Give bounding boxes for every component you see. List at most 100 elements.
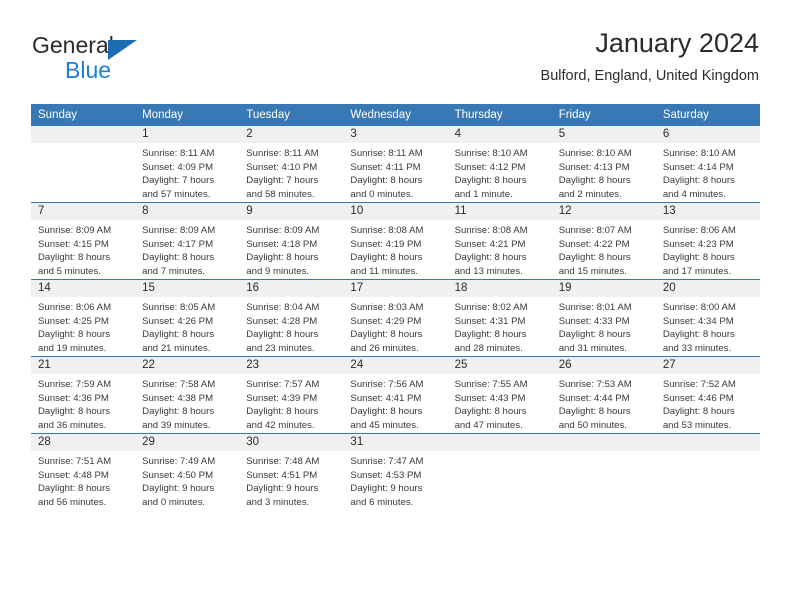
day-details: Sunrise: 8:01 AM Sunset: 4:33 PM Dayligh… (552, 297, 656, 355)
logo-text-blue: Blue (65, 57, 112, 83)
sunset-text: Sunset: 4:29 PM (350, 315, 422, 327)
calendar-day-cell[interactable]: 8 Sunrise: 8:09 AM Sunset: 4:17 PM Dayli… (135, 202, 240, 280)
calendar-day-cell[interactable]: 22 Sunrise: 7:58 AM Sunset: 4:38 PM Dayl… (135, 356, 240, 434)
calendar-day-cell[interactable]: 28 Sunrise: 7:51 AM Sunset: 4:48 PM Dayl… (31, 433, 136, 510)
sunset-text: Sunset: 4:48 PM (38, 469, 109, 481)
calendar-day-cell[interactable]: 17 Sunrise: 8:03 AM Sunset: 4:29 PM Dayl… (343, 279, 448, 357)
calendar-day-cell[interactable]: 12 Sunrise: 8:07 AM Sunset: 4:22 PM Dayl… (551, 202, 656, 280)
sunrise-text: Sunrise: 7:51 AM (38, 456, 112, 467)
daylight-text-line1: Daylight: 8 hours (142, 329, 215, 341)
day-number: 3 (343, 126, 448, 143)
sunrise-text: Sunrise: 7:58 AM (142, 379, 216, 390)
day-details: Sunrise: 7:51 AM Sunset: 4:48 PM Dayligh… (31, 451, 135, 509)
calendar-day-cell[interactable]: 15 Sunrise: 8:05 AM Sunset: 4:26 PM Dayl… (135, 279, 240, 357)
calendar-day-cell[interactable]: 7 Sunrise: 8:09 AM Sunset: 4:15 PM Dayli… (31, 202, 136, 280)
day-details: Sunrise: 8:05 AM Sunset: 4:26 PM Dayligh… (135, 297, 239, 355)
day-details: Sunrise: 8:10 AM Sunset: 4:14 PM Dayligh… (656, 143, 760, 201)
day-number: 2 (239, 126, 344, 143)
sunset-text: Sunset: 4:51 PM (246, 469, 318, 481)
calendar-day-cell[interactable]: 4 Sunrise: 8:10 AM Sunset: 4:12 PM Dayli… (447, 126, 552, 203)
calendar-day-cell[interactable] (655, 433, 760, 510)
sunrise-text: Sunrise: 7:56 AM (350, 379, 424, 390)
sunset-text: Sunset: 4:31 PM (454, 315, 526, 327)
weekday-header-sunday: Sunday (31, 104, 136, 126)
calendar-day-cell[interactable]: 6 Sunrise: 8:10 AM Sunset: 4:14 PM Dayli… (655, 126, 760, 203)
day-details: Sunrise: 8:03 AM Sunset: 4:29 PM Dayligh… (343, 297, 447, 355)
calendar-page: General Blue January 2024 Bulford, Engla… (0, 0, 792, 612)
calendar-day-cell[interactable]: 3 Sunrise: 8:11 AM Sunset: 4:11 PM Dayli… (343, 126, 448, 203)
day-details: Sunrise: 8:08 AM Sunset: 4:19 PM Dayligh… (343, 220, 447, 278)
day-details: Sunrise: 7:56 AM Sunset: 4:41 PM Dayligh… (343, 374, 447, 432)
daylight-text-line1: Daylight: 8 hours (38, 483, 110, 495)
day-number: 19 (551, 280, 656, 297)
calendar-day-cell[interactable]: 10 Sunrise: 8:08 AM Sunset: 4:19 PM Dayl… (343, 202, 448, 280)
calendar-day-cell[interactable]: 31 Sunrise: 7:47 AM Sunset: 4:53 PM Dayl… (343, 433, 448, 510)
sunset-text: Sunset: 4:46 PM (662, 392, 734, 404)
calendar-header-row: Sunday Monday Tuesday Wednesday Thursday… (31, 104, 760, 126)
calendar-day-cell[interactable]: 24 Sunrise: 7:56 AM Sunset: 4:41 PM Dayl… (343, 356, 448, 434)
day-cell-inner: 20 Sunrise: 8:00 AM Sunset: 4:34 PM Dayl… (655, 280, 760, 356)
daylight-text-line1: Daylight: 8 hours (558, 329, 631, 341)
daylight-text-line2: and 9 minutes. (246, 265, 310, 277)
calendar-day-cell[interactable]: 23 Sunrise: 7:57 AM Sunset: 4:39 PM Dayl… (239, 356, 344, 434)
daylight-text-line1: Daylight: 8 hours (350, 175, 423, 187)
calendar-week-row: 14 Sunrise: 8:06 AM Sunset: 4:25 PM Dayl… (31, 279, 760, 357)
sunrise-text: Sunrise: 7:53 AM (558, 379, 632, 390)
calendar-day-cell[interactable]: 14 Sunrise: 8:06 AM Sunset: 4:25 PM Dayl… (31, 279, 136, 357)
daylight-text-line2: and 57 minutes. (142, 188, 211, 200)
daylight-text-line2: and 31 minutes. (558, 342, 627, 354)
calendar-day-cell[interactable]: 19 Sunrise: 8:01 AM Sunset: 4:33 PM Dayl… (551, 279, 656, 357)
daylight-text-line1: Daylight: 8 hours (454, 406, 527, 418)
calendar-day-cell[interactable]: 26 Sunrise: 7:53 AM Sunset: 4:44 PM Dayl… (551, 356, 656, 434)
calendar-day-cell[interactable] (31, 126, 136, 203)
calendar-day-cell[interactable]: 2 Sunrise: 8:11 AM Sunset: 4:10 PM Dayli… (239, 126, 344, 203)
daylight-text-line1: Daylight: 8 hours (246, 406, 319, 418)
day-number: 13 (655, 203, 760, 220)
sunrise-text: Sunrise: 8:00 AM (662, 302, 736, 313)
daylight-text-line2: and 21 minutes. (142, 342, 211, 354)
daylight-text-line1: Daylight: 8 hours (350, 329, 423, 341)
calendar-day-cell[interactable]: 16 Sunrise: 8:04 AM Sunset: 4:28 PM Dayl… (239, 279, 344, 357)
calendar-day-cell[interactable]: 27 Sunrise: 7:52 AM Sunset: 4:46 PM Dayl… (655, 356, 760, 434)
day-cell-inner: 26 Sunrise: 7:53 AM Sunset: 4:44 PM Dayl… (551, 357, 656, 433)
daylight-text-line1: Daylight: 8 hours (662, 252, 735, 264)
sunrise-text: Sunrise: 8:10 AM (662, 148, 736, 159)
daylight-text-line2: and 0 minutes. (142, 496, 206, 508)
generalblue-logo[interactable]: General Blue (32, 34, 252, 92)
page-subtitle-location: Bulford, England, United Kingdom (540, 68, 759, 85)
day-cell-inner: 6 Sunrise: 8:10 AM Sunset: 4:14 PM Dayli… (655, 126, 760, 202)
calendar-day-cell[interactable]: 25 Sunrise: 7:55 AM Sunset: 4:43 PM Dayl… (447, 356, 552, 434)
calendar-day-cell[interactable]: 30 Sunrise: 7:48 AM Sunset: 4:51 PM Dayl… (239, 433, 344, 510)
calendar-day-cell[interactable]: 5 Sunrise: 8:10 AM Sunset: 4:13 PM Dayli… (551, 126, 656, 203)
daylight-text-line2: and 47 minutes. (454, 419, 523, 431)
day-cell-inner: 13 Sunrise: 8:06 AM Sunset: 4:23 PM Dayl… (655, 203, 760, 279)
day-cell-inner: 28 Sunrise: 7:51 AM Sunset: 4:48 PM Dayl… (31, 434, 136, 510)
calendar-week-row: 7 Sunrise: 8:09 AM Sunset: 4:15 PM Dayli… (31, 202, 760, 280)
daylight-text-line1: Daylight: 8 hours (454, 252, 527, 264)
calendar-day-cell[interactable]: 18 Sunrise: 8:02 AM Sunset: 4:31 PM Dayl… (447, 279, 552, 357)
day-number: 9 (239, 203, 344, 220)
day-details: Sunrise: 7:59 AM Sunset: 4:36 PM Dayligh… (31, 374, 135, 432)
calendar-day-cell[interactable]: 1 Sunrise: 8:11 AM Sunset: 4:09 PM Dayli… (135, 126, 240, 203)
weekday-header-friday: Friday (551, 104, 656, 126)
day-cell-inner: 22 Sunrise: 7:58 AM Sunset: 4:38 PM Dayl… (135, 357, 240, 433)
day-number: 12 (551, 203, 656, 220)
calendar-day-cell[interactable]: 20 Sunrise: 8:00 AM Sunset: 4:34 PM Dayl… (655, 279, 760, 357)
calendar-day-cell[interactable]: 11 Sunrise: 8:08 AM Sunset: 4:21 PM Dayl… (447, 202, 552, 280)
sunset-text: Sunset: 4:44 PM (558, 392, 630, 404)
calendar-day-cell[interactable]: 9 Sunrise: 8:09 AM Sunset: 4:18 PM Dayli… (239, 202, 344, 280)
calendar-day-cell[interactable]: 21 Sunrise: 7:59 AM Sunset: 4:36 PM Dayl… (31, 356, 136, 434)
calendar-day-cell[interactable]: 13 Sunrise: 8:06 AM Sunset: 4:23 PM Dayl… (655, 202, 760, 280)
day-details: Sunrise: 7:55 AM Sunset: 4:43 PM Dayligh… (448, 374, 552, 432)
calendar-day-cell[interactable] (447, 433, 552, 510)
calendar-day-cell[interactable]: 29 Sunrise: 7:49 AM Sunset: 4:50 PM Dayl… (135, 433, 240, 510)
page-header: General Blue January 2024 Bulford, Engla… (32, 28, 759, 98)
day-cell-inner: 19 Sunrise: 8:01 AM Sunset: 4:33 PM Dayl… (551, 280, 656, 356)
sunset-text: Sunset: 4:09 PM (142, 161, 214, 173)
sunset-text: Sunset: 4:33 PM (558, 315, 630, 327)
sunset-text: Sunset: 4:10 PM (246, 161, 318, 173)
daylight-text-line2: and 1 minute. (454, 188, 513, 200)
day-details: Sunrise: 8:00 AM Sunset: 4:34 PM Dayligh… (656, 297, 760, 355)
calendar-day-cell[interactable] (551, 433, 656, 510)
calendar-week-row: 21 Sunrise: 7:59 AM Sunset: 4:36 PM Dayl… (31, 356, 760, 434)
